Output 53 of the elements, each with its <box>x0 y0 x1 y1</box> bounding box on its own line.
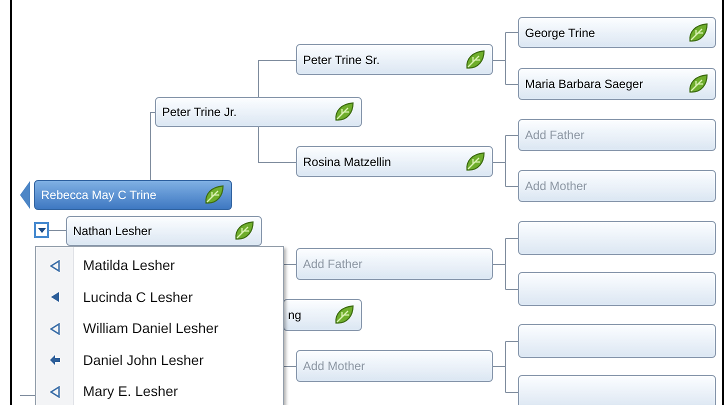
person-name: Maria Barbara Saeger <box>525 76 644 93</box>
empty-card[interactable] <box>518 324 716 358</box>
connector-line <box>20 395 36 396</box>
person-card[interactable]: George Trine <box>518 17 716 48</box>
leaf-icon <box>464 48 486 70</box>
connector-line <box>492 135 518 187</box>
person-name: Nathan Lesher <box>73 223 152 240</box>
arrow-left-icon <box>49 354 61 366</box>
menu-item[interactable]: William Daniel Lesher <box>36 313 283 344</box>
leaf-icon <box>464 150 486 172</box>
dropdown-button[interactable] <box>34 222 49 238</box>
caret-icon <box>38 228 46 232</box>
leaf-icon <box>687 73 709 95</box>
menu-item[interactable]: Mary E. Lesher <box>36 376 283 405</box>
triangle-outline-icon <box>50 386 60 398</box>
triangle-outline-icon <box>50 260 60 272</box>
leaf-icon <box>233 220 255 242</box>
person-name: Rebecca May C Trine <box>41 187 156 204</box>
triangle-left-icon[interactable] <box>20 181 30 209</box>
triangle-outline-icon <box>50 322 60 335</box>
person-name: Rosina Matzellin <box>303 154 392 170</box>
connector-line <box>492 32 518 85</box>
connector-line <box>258 60 296 98</box>
leaf-icon <box>333 101 355 123</box>
menu-item[interactable]: Daniel John Lesher <box>36 344 283 376</box>
connector-line <box>492 238 518 290</box>
empty-card[interactable] <box>518 375 716 405</box>
person-name: George Trine <box>525 24 596 42</box>
person-name: Add Father <box>525 127 584 144</box>
leaf-icon <box>333 304 355 326</box>
connector-line <box>48 230 66 231</box>
person-card[interactable]: Nathan Lesher <box>66 216 262 246</box>
empty-card[interactable] <box>518 272 716 306</box>
person-card[interactable]: Rosina Matzellin <box>296 146 493 177</box>
person-card[interactable]: Peter Trine Sr. <box>296 44 493 75</box>
connector-line <box>492 341 518 393</box>
connector-line <box>258 126 296 163</box>
menu-item[interactable]: Lucinda C Lesher <box>36 282 283 313</box>
person-name: Peter Trine Jr. <box>162 104 237 121</box>
connector-line <box>150 112 156 180</box>
empty-card[interactable] <box>518 221 716 255</box>
menu-item[interactable]: Matilda Lesher <box>36 250 283 282</box>
person-card[interactable]: Peter Trine Jr. <box>155 97 362 127</box>
person-card[interactable]: ng <box>283 299 362 331</box>
triangle-icon <box>50 291 60 304</box>
leaf-icon <box>687 22 709 44</box>
leaf-icon <box>203 184 225 206</box>
person-name: Add Mother <box>303 358 366 375</box>
person-card[interactable]: Maria Barbara Saeger <box>518 68 716 100</box>
person-name: Add Mother <box>525 178 588 195</box>
person-name: ng <box>288 307 302 324</box>
person-name: Peter Trine Sr. <box>303 52 380 68</box>
person-name: Add Father <box>303 256 362 273</box>
